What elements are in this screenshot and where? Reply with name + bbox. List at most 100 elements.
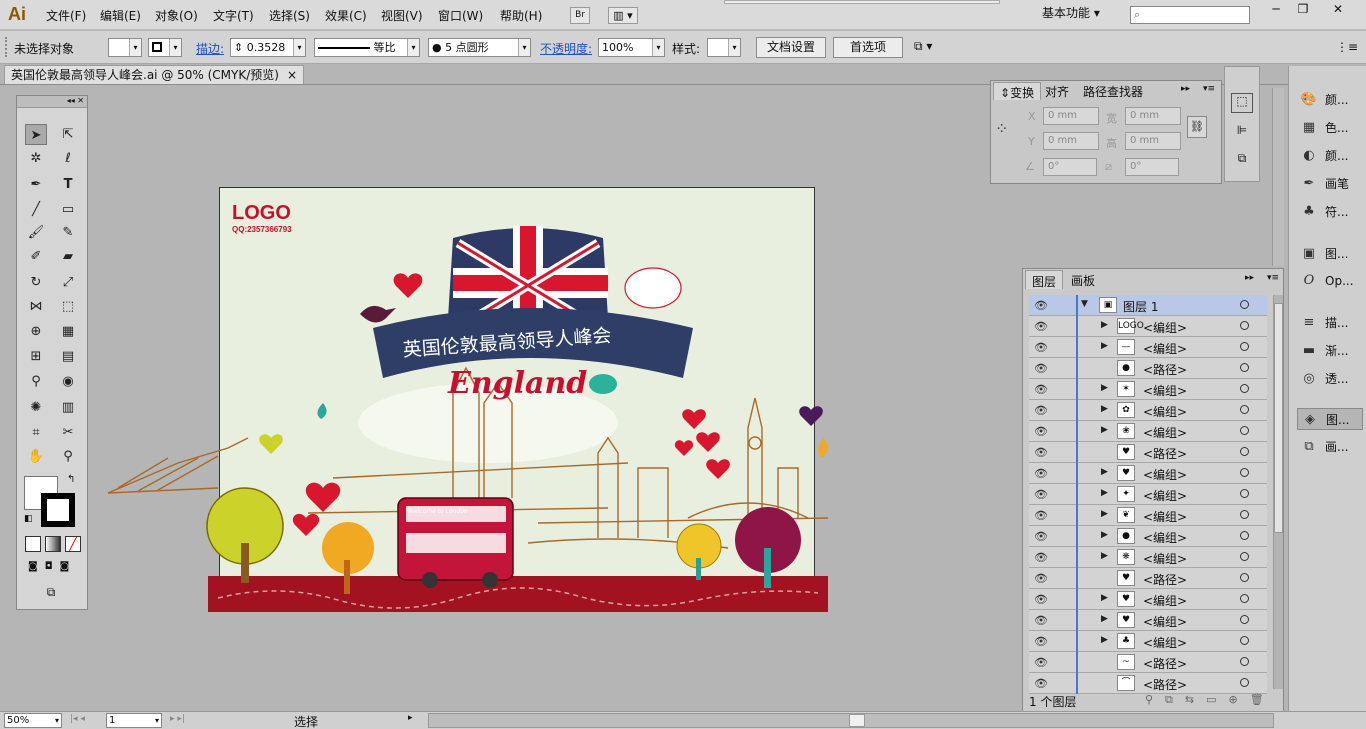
artboard-tool-icon[interactable]: ⌗ (25, 422, 47, 443)
layer-row[interactable]: 👁 ▶ ♥ <编组> (1029, 589, 1267, 610)
tab-artboards[interactable]: 画板 (1065, 270, 1101, 289)
tools-panel-header[interactable]: ◂◂ ✕ (17, 96, 87, 108)
eye-icon[interactable]: 👁 (1034, 404, 1048, 417)
stroke-weight-field[interactable]: ⇕ 0.3528 ▾ (230, 38, 306, 57)
target-circle-icon[interactable] (1240, 657, 1249, 666)
tab-layers[interactable]: 图层 (1025, 270, 1064, 289)
panel-collapse-icon[interactable]: ▸▸ (1181, 84, 1190, 94)
target-circle-icon[interactable] (1240, 489, 1249, 498)
horizontal-scrollbar[interactable] (428, 713, 1274, 728)
x-field[interactable]: 0 mm (1043, 107, 1099, 125)
target-circle-icon[interactable] (1240, 363, 1249, 372)
drawing-modes-icon[interactable]: ◙◘◙ (25, 561, 81, 577)
dock-artboards[interactable]: ⧉ 画... (1297, 436, 1363, 458)
target-circle-icon[interactable] (1240, 405, 1249, 414)
rectangle-tool-icon[interactable]: ▭ (57, 199, 79, 220)
blend-tool-icon[interactable]: ◉ (57, 371, 79, 392)
layer-row[interactable]: 👁 ▶ ❦ <编组> (1029, 505, 1267, 526)
panel-menu-icon[interactable]: ▾≡ (1203, 84, 1215, 94)
search-input[interactable]: ⌕ (1130, 6, 1250, 24)
layer-actions-icons[interactable]: ⚲⧉⇆▭⊕🗑 (1145, 693, 1276, 707)
menu-edit[interactable]: 编辑(E) (100, 7, 141, 24)
stroke-swatch[interactable]: ▾ (148, 38, 182, 57)
fill-swatch[interactable]: ▾ (108, 38, 142, 57)
gradient-mode-icon[interactable] (45, 536, 61, 552)
target-circle-icon[interactable] (1240, 510, 1249, 519)
shear-field[interactable]: 0° (1125, 158, 1179, 176)
layer-name[interactable]: <路径> (1143, 571, 1187, 588)
tab-pathfinder[interactable]: 路径查找器 (1077, 82, 1149, 100)
eye-icon[interactable]: 👁 (1034, 572, 1048, 585)
menu-view[interactable]: 视图(V) (381, 7, 423, 24)
graphic-style-swatch[interactable]: ▾ (707, 38, 741, 57)
expand-triangle-icon[interactable]: ▶ (1101, 509, 1108, 519)
eye-icon[interactable]: 👁 (1034, 677, 1048, 690)
eye-icon[interactable]: 👁 (1034, 446, 1048, 459)
layers-scrollbar[interactable] (1273, 295, 1283, 689)
layer-row[interactable]: 👁 ♥ <路径> (1029, 442, 1267, 463)
menu-object[interactable]: 对象(O) (155, 7, 198, 24)
screen-mode-icon[interactable]: ⧉ (41, 585, 61, 601)
status-menu-icon[interactable]: ▸ (408, 713, 413, 723)
target-circle-icon[interactable] (1240, 342, 1249, 351)
perspective-grid-tool-icon[interactable]: ▦ (57, 321, 79, 342)
target-circle-icon[interactable] (1240, 384, 1249, 393)
paintbrush-tool-icon[interactable]: 🖌 (25, 222, 47, 243)
next-artboard-icon[interactable]: ▸ ▸| (170, 714, 185, 724)
layer-row[interactable]: 👁 ▶ ❋ <编组> (1029, 547, 1267, 568)
scale-tool-icon[interactable]: ⤢ (57, 272, 79, 293)
target-circle-icon[interactable] (1240, 531, 1249, 540)
column-graph-tool-icon[interactable]: ▥ (57, 397, 79, 418)
layer-name[interactable]: <编组> (1143, 508, 1187, 525)
eye-icon[interactable]: 👁 (1034, 530, 1048, 543)
line-tool-icon[interactable]: ╱ (25, 199, 47, 220)
free-transform-tool-icon[interactable]: ⬚ (57, 296, 79, 317)
layer-row-top[interactable]: 👁 ▼ ▣ 图层 1 (1029, 295, 1267, 316)
eye-icon[interactable]: 👁 (1034, 551, 1048, 564)
shape-builder-tool-icon[interactable]: ⊕ (25, 321, 47, 342)
artboard[interactable]: LOGO QQ:2357366793 英国伦敦最高领导人峰会 England W… (107, 187, 829, 612)
dock-color-guide[interactable]: ◐ 颜... (1297, 145, 1363, 167)
default-colors-icon[interactable]: ◧ (24, 514, 33, 524)
dock-layers[interactable]: ◈ 图... (1297, 408, 1363, 430)
layer-name[interactable]: <编组> (1143, 613, 1187, 630)
document-tab[interactable]: 英国伦敦最高领导人峰会.ai @ 50% (CMYK/预览) × (4, 65, 304, 84)
expand-triangle-icon[interactable]: ▶ (1101, 614, 1108, 624)
eye-icon[interactable]: 👁 (1034, 362, 1048, 375)
layer-name[interactable]: 图层 1 (1123, 298, 1158, 315)
eye-icon[interactable]: 👁 (1034, 635, 1048, 648)
bridge-button[interactable]: Br (570, 7, 590, 24)
layer-name[interactable]: <路径> (1143, 445, 1187, 462)
expand-triangle-icon[interactable]: ▶ (1101, 404, 1108, 414)
expand-triangle-icon[interactable]: ▶ (1101, 425, 1108, 435)
dock-graphic-styles[interactable]: ▣ 图... (1297, 243, 1363, 265)
height-field[interactable]: 0 mm (1125, 132, 1181, 150)
target-circle-icon[interactable] (1240, 615, 1249, 624)
eye-icon[interactable]: 👁 (1034, 467, 1048, 480)
brush-definition[interactable]: ● 5 点圆形 ▾ (428, 38, 531, 57)
expand-triangle-icon[interactable]: ▶ (1101, 320, 1108, 330)
menu-file[interactable]: 文件(F) (46, 7, 86, 24)
stroke-color-swatch[interactable] (41, 493, 75, 527)
tab-transform[interactable]: ⇕变换 (993, 82, 1042, 100)
prev-artboard-icon[interactable]: |◂ ◂ (70, 714, 85, 724)
layer-name[interactable]: <编组> (1143, 487, 1187, 504)
eye-icon[interactable]: 👁 (1034, 488, 1048, 501)
slice-tool-icon[interactable]: ✂ (57, 422, 79, 443)
menu-type[interactable]: 文字(T) (213, 7, 254, 24)
menu-help[interactable]: 帮助(H) (500, 7, 542, 24)
layer-name[interactable]: <编组> (1143, 466, 1187, 483)
dock-gradient[interactable]: ▬ 渐... (1297, 340, 1363, 362)
artboard-number-field[interactable]: 1 ▾ (106, 713, 162, 728)
panel-collapse-icon[interactable]: ▸▸ (1245, 273, 1254, 283)
dock-brushes[interactable]: ✒ 画笔 (1297, 173, 1363, 195)
dock-symbols[interactable]: ♣ 符... (1297, 201, 1363, 223)
eye-icon[interactable]: 👁 (1034, 656, 1048, 669)
magic-wand-tool-icon[interactable]: ✲ (25, 148, 47, 169)
rotate-tool-icon[interactable]: ↻ (25, 272, 47, 293)
layer-name[interactable]: <路径> (1143, 361, 1187, 378)
opacity-link[interactable]: 不透明度: (540, 40, 592, 57)
layer-row[interactable]: 👁 ~ <路径> (1029, 652, 1267, 673)
layer-row[interactable]: 👁 ▶ ❀ <编组> (1029, 421, 1267, 442)
selection-tool-icon[interactable]: ➤ (25, 124, 47, 145)
